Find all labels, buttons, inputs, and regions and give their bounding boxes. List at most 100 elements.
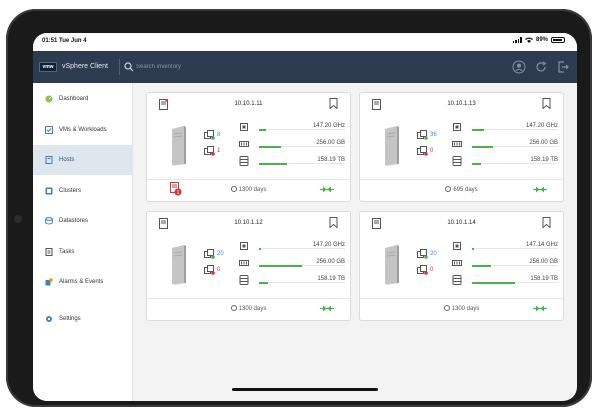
cpu-bar <box>259 129 266 131</box>
cpu-icon <box>453 123 461 131</box>
vm-alert-icon <box>204 265 215 275</box>
card-divider <box>147 298 350 299</box>
tasks-icon <box>45 248 53 256</box>
host-card[interactable]: 10.10.1.14 20 0 147.14 GHz 256.00 GB 158… <box>359 211 564 321</box>
cpu-resource: 147.14 GHz <box>452 241 558 255</box>
vms-running[interactable]: 20 <box>204 248 224 260</box>
cpu-resource: 147.20 GHz <box>239 122 345 136</box>
bookmark-icon[interactable] <box>542 98 551 109</box>
cpu-bar <box>259 248 261 250</box>
host-ip[interactable]: 10.10.1.14 <box>360 220 563 226</box>
storage-value: 158.19 TB <box>530 276 558 282</box>
vms-running-count: 20 <box>430 251 437 257</box>
sidebar-item-label: Tasks <box>59 249 75 255</box>
cpu-bar-track <box>472 129 558 130</box>
vm-running-icon <box>204 249 215 259</box>
host-ip[interactable]: 10.10.1.11 <box>147 101 350 107</box>
host-card[interactable]: 10.10.1.11 8 1 147.20 GHz 256.00 GB 158.… <box>146 92 351 202</box>
search-icon[interactable] <box>124 62 134 72</box>
vms-running[interactable]: 8 <box>204 129 220 141</box>
logout-icon[interactable] <box>556 60 570 74</box>
sidebar-item-clusters[interactable]: Clusters <box>33 176 133 206</box>
storage-resource: 158.19 TB <box>239 275 345 289</box>
memory-resource: 256.00 GB <box>452 258 558 272</box>
storage-resource: 158.19 TB <box>452 275 558 289</box>
cpu-bar-track <box>259 248 345 249</box>
storage-icon <box>239 156 249 166</box>
sidebar-item-alarms-events[interactable]: Alarms & Events <box>33 267 133 297</box>
cpu-value: 147.14 GHz <box>525 242 558 248</box>
storage-bar <box>472 163 481 165</box>
front-camera <box>14 215 22 223</box>
sidebar-item-dashboard[interactable]: Dashboard <box>33 84 133 114</box>
cpu-value: 147.20 GHz <box>312 123 345 129</box>
app-title: vSphere Client <box>62 63 108 70</box>
memory-bar <box>259 146 281 148</box>
sidebar-item-vms-workloads[interactable]: VMs & Workloads <box>33 115 133 145</box>
server-tower-image <box>172 245 186 285</box>
vm-running-icon <box>417 249 428 259</box>
storage-value: 158.19 TB <box>530 157 558 163</box>
host-ip[interactable]: 10.10.1.12 <box>147 220 350 226</box>
clock-icon <box>230 305 237 311</box>
dashboard-icon <box>45 95 53 103</box>
bookmark-icon[interactable] <box>329 98 338 109</box>
memory-bar <box>472 146 493 148</box>
cpu-resource: 147.20 GHz <box>452 122 558 136</box>
storage-resource: 158.19 TB <box>452 156 558 170</box>
sidebar-item-label: Settings <box>59 316 81 322</box>
host-ip[interactable]: 10.10.1.13 <box>360 101 563 107</box>
storage-bar-track <box>472 163 558 164</box>
memory-value: 256.00 GB <box>529 259 558 265</box>
search-input[interactable] <box>136 61 336 73</box>
app-header: vmw vSphere Client <box>33 51 577 83</box>
vms-alert[interactable]: 0 <box>417 145 433 157</box>
sidebar-item-settings[interactable]: Settings <box>33 304 133 334</box>
bookmark-icon[interactable] <box>542 217 551 228</box>
vms-alert[interactable]: 0 <box>204 264 220 276</box>
host-card[interactable]: 10.10.1.12 20 0 147.20 GHz 256.00 GB 158… <box>146 211 351 321</box>
refresh-icon[interactable] <box>534 60 548 74</box>
vms-alert[interactable]: 0 <box>417 264 433 276</box>
settings-icon <box>46 316 52 322</box>
vm-alert-icon <box>417 146 428 156</box>
uptime-value: 1300 days <box>238 187 267 193</box>
datastore-icon <box>45 217 53 225</box>
connected-icon <box>320 305 334 312</box>
memory-value: 256.00 GB <box>316 259 345 265</box>
sidebar-item-datastores[interactable]: Datastores <box>33 206 133 236</box>
sidebar: Dashboard VMs & Workloads Hosts Clusters… <box>33 83 133 401</box>
vms-alert[interactable]: 1 <box>204 145 220 157</box>
connected-icon <box>320 186 334 193</box>
vms-running[interactable]: 20 <box>417 248 437 260</box>
server-tower-image <box>385 126 399 166</box>
host-card[interactable]: 10.10.1.13 36 0 147.20 GHz 256.00 GB 158… <box>359 92 564 202</box>
vms-running[interactable]: 36 <box>417 129 437 141</box>
memory-resource: 256.00 GB <box>239 258 345 272</box>
sidebar-item-tasks[interactable]: Tasks <box>33 237 133 267</box>
host-icon <box>45 156 53 164</box>
sidebar-item-hosts[interactable]: Hosts <box>33 145 133 175</box>
vms-running-count: 36 <box>430 132 437 138</box>
connected-icon <box>533 186 547 193</box>
memory-value: 256.00 GB <box>529 140 558 146</box>
vms-alert-count: 0 <box>217 267 221 273</box>
cpu-bar-track <box>259 129 345 130</box>
server-tower-image <box>172 126 186 166</box>
memory-resource: 256.00 GB <box>239 139 345 153</box>
cpu-icon <box>240 123 248 131</box>
storage-bar <box>259 163 287 165</box>
status-indicators: 89% <box>512 37 565 43</box>
user-icon[interactable] <box>512 60 526 74</box>
signal-icon <box>512 37 522 43</box>
vm-running-icon <box>417 130 428 140</box>
bookmark-icon[interactable] <box>329 217 338 228</box>
vms-alert-count: 0 <box>430 148 434 154</box>
battery-icon <box>551 37 565 43</box>
vms-alert-count: 1 <box>217 148 221 154</box>
uptime-value: 695 days <box>453 187 478 193</box>
sidebar-item-label: Hosts <box>59 157 75 163</box>
battery-percent: 89% <box>535 37 548 43</box>
vm-icon <box>45 126 53 134</box>
card-header: 10.10.1.11 <box>147 93 350 115</box>
